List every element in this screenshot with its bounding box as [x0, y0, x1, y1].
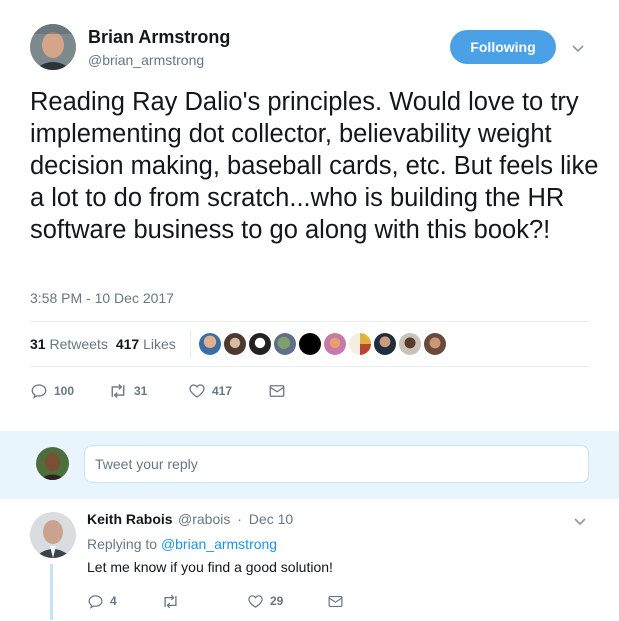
reply-icon: [31, 384, 47, 399]
liker-avatar[interactable]: [248, 333, 271, 355]
tweet-header: Brian Armstrong @brian_armstrong Followi…: [30, 24, 600, 76]
retweet-icon: [111, 383, 125, 399]
retweet-action[interactable]: [161, 593, 247, 610]
retweets-stat[interactable]: 31 Retweets: [30, 336, 108, 352]
liker-avatar[interactable]: [223, 333, 246, 355]
chevron-down-icon[interactable]: [571, 41, 585, 55]
reply-handle-text[interactable]: @rabois: [178, 511, 230, 527]
reply-composer: [0, 431, 619, 499]
reply-author-name[interactable]: Keith Rabois: [87, 511, 173, 527]
divider: [189, 330, 191, 358]
replying-to: Replying to @brian_armstrong: [87, 536, 277, 552]
retweet-icon: [164, 594, 177, 608]
divider: [30, 321, 590, 322]
dm-icon: [328, 595, 343, 607]
liker-avatar[interactable]: [373, 333, 396, 355]
like-icon: [189, 384, 205, 398]
replying-to-link[interactable]: @brian_armstrong: [161, 536, 277, 552]
reply-author-handle: @rabois · Dec 10: [178, 511, 293, 527]
retweets-count: 31: [30, 336, 46, 352]
like-count: 417: [212, 384, 233, 398]
reply-action[interactable]: 4: [87, 593, 161, 610]
liker-avatar[interactable]: [348, 333, 371, 355]
dm-action[interactable]: [268, 382, 286, 400]
like-count: 29: [270, 594, 284, 608]
thread-line: [50, 564, 53, 620]
reply-count: 100: [54, 384, 75, 398]
like-action[interactable]: 417: [188, 382, 268, 400]
liker-avatar[interactable]: [198, 333, 221, 355]
reply-count: 4: [110, 594, 117, 608]
likes-count: 417: [115, 336, 140, 352]
liker-avatar[interactable]: [298, 333, 321, 355]
replying-prefix: Replying to: [87, 536, 158, 552]
likes-label: Likes: [143, 336, 176, 352]
liker-avatars: [198, 333, 449, 355]
tweet-timestamp[interactable]: 3:58 PM - 10 Dec 2017: [30, 290, 174, 306]
reply-separator: ·: [237, 511, 242, 527]
liker-avatar[interactable]: [423, 333, 446, 355]
reply-date[interactable]: Dec 10: [249, 511, 293, 527]
dm-action[interactable]: [327, 593, 344, 610]
author-name[interactable]: Brian Armstrong: [88, 27, 230, 48]
like-icon: [248, 594, 263, 608]
retweet-action[interactable]: 31: [108, 382, 188, 400]
reply-author-avatar[interactable]: [30, 512, 76, 558]
reply-icon: [88, 594, 103, 609]
tweet-stats: 31 Retweets 417 Likes: [30, 326, 590, 362]
dm-icon: [269, 385, 285, 397]
likes-stat[interactable]: 417 Likes: [116, 336, 176, 352]
author-avatar[interactable]: [30, 24, 76, 70]
tweet-text: Reading Ray Dalio's principles. Would lo…: [30, 88, 599, 244]
like-action[interactable]: 29: [247, 593, 327, 610]
reply-text: Let me know if you find a good solution!: [87, 559, 333, 575]
chevron-down-icon[interactable]: [573, 514, 587, 528]
reply-input[interactable]: [84, 445, 589, 483]
current-user-avatar[interactable]: [36, 447, 69, 480]
liker-avatar[interactable]: [273, 333, 296, 355]
reply-tweet[interactable]: Keith Rabois @rabois · Dec 10 Replying t…: [0, 500, 619, 621]
following-button[interactable]: Following: [450, 30, 556, 64]
liker-avatar[interactable]: [398, 333, 421, 355]
divider: [30, 366, 590, 367]
reply-actions: 4 29: [87, 592, 344, 610]
liker-avatar[interactable]: [323, 333, 346, 355]
retweets-label: Retweets: [49, 336, 108, 352]
author-handle[interactable]: @brian_armstrong: [88, 52, 204, 68]
retweet-count: 31: [134, 384, 148, 398]
tweet-actions: 100 31 417: [30, 380, 286, 402]
reply-action[interactable]: 100: [30, 382, 108, 400]
